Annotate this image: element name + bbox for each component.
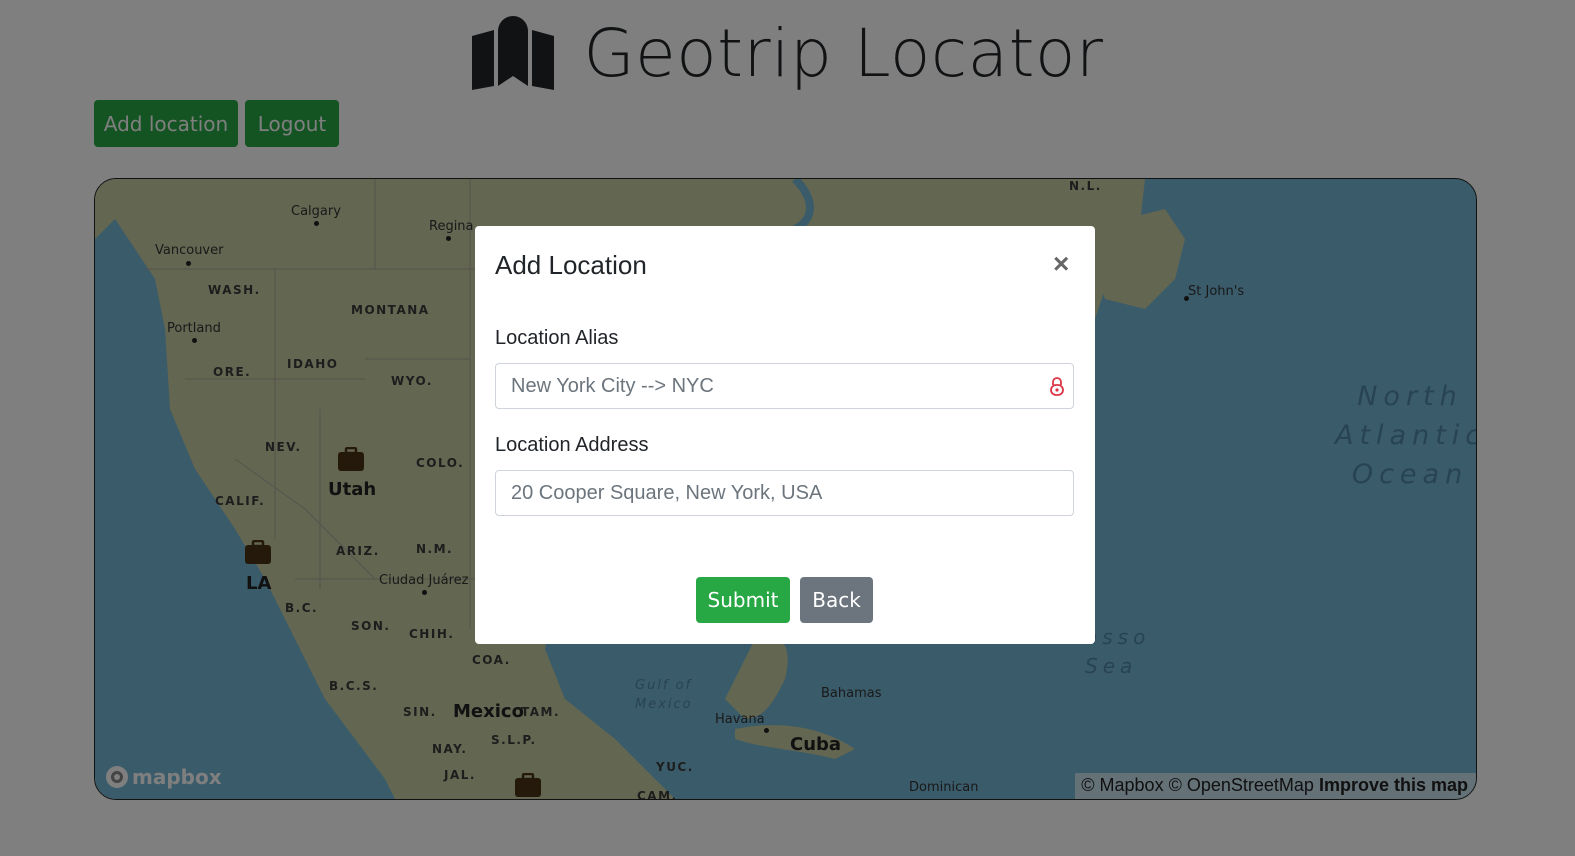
location-address-input[interactable] [495,470,1074,516]
add-location-modal: Add Location × Location Alias Location A… [475,226,1095,644]
close-icon[interactable]: × [1053,248,1069,280]
submit-button[interactable]: Submit [696,577,790,623]
back-button[interactable]: Back [800,577,873,623]
password-manager-lock-icon[interactable] [1049,376,1065,396]
location-alias-label: Location Alias [495,327,619,349]
modal-title: Add Location [495,250,647,280]
location-alias-input[interactable] [495,363,1074,409]
location-address-label: Location Address [495,434,649,456]
